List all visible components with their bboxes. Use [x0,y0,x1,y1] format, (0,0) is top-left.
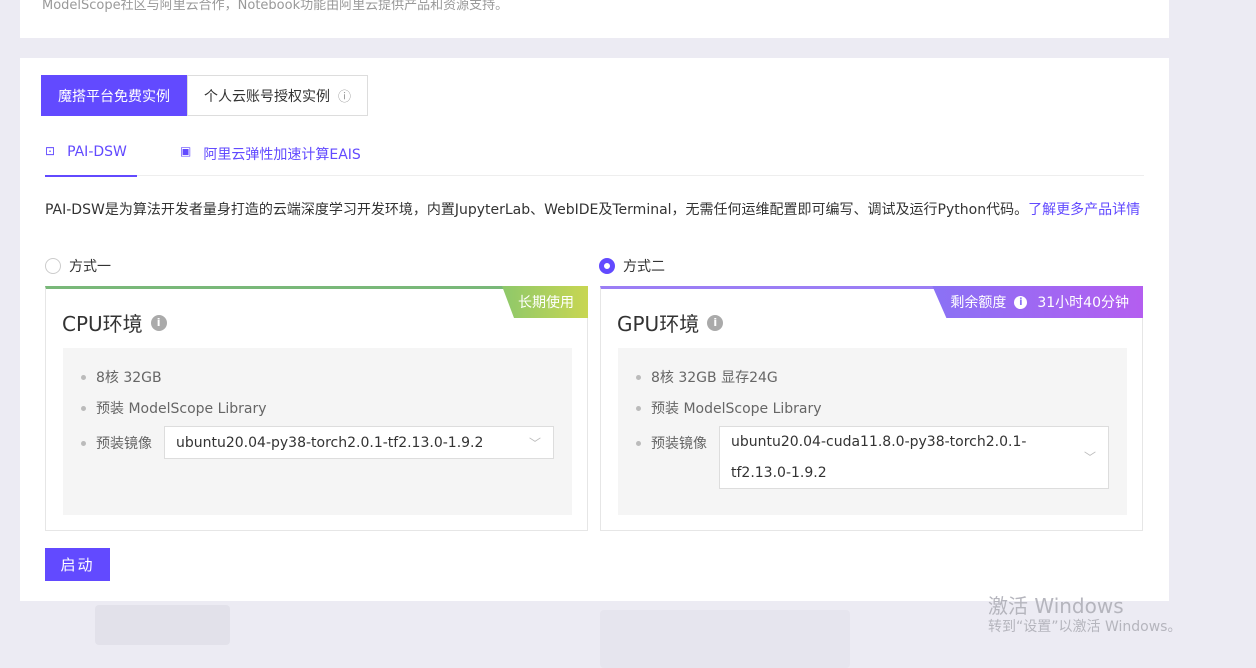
description-text: PAI-DSW是为算法开发者量身打造的云端深度学习开发环境，内置JupyterL… [45,202,1029,218]
info-circle-icon[interactable]: ⓘ [338,86,351,105]
gpu-image-select[interactable]: ubuntu20.04-cuda11.8.0-py38-torch2.0.1-t… [719,426,1109,489]
spec-text: 8核 32GB [96,370,162,386]
bullet-icon [636,405,641,411]
option2-label: 方式二 [623,259,665,275]
cpu-env-title: CPU环境 i [62,308,167,337]
activation-watermark-title: 激活 Windows [988,594,1124,618]
option2-radio-row[interactable]: 方式二 [599,256,665,276]
quota-time: 31小时40分钟 [1037,295,1129,311]
spec-item: 预装 ModelScope Library [636,398,822,418]
instance-panel: 魔搭平台免费实例 个人云账号授权实例 ⓘ ⊡ PAI-DSW ▣ 阿里云弹性加速… [20,58,1169,601]
info-icon[interactable]: i [707,314,724,331]
image-label: 预装镜像 [651,436,707,452]
intro-card: ModelScope社区与阿里云合作，Notebook功能由阿里云提供产品和资源… [20,0,1169,38]
product-tabs: ⊡ PAI-DSW ▣ 阿里云弹性加速计算EAIS [45,144,1144,177]
tab-eais[interactable]: ▣ 阿里云弹性加速计算EAIS [180,144,361,176]
gpu-env-title-text: GPU环境 [617,312,700,336]
background-shape [95,605,230,645]
chip-icon: ▣ [180,144,192,158]
spec-item: 预装镜像 [81,433,152,453]
personal-instance-button[interactable]: 个人云账号授权实例 ⓘ [187,75,369,116]
personal-instance-label: 个人云账号授权实例 [204,88,330,105]
activation-watermark-hint: 转到“设置”以激活 Windows。 [988,619,1182,635]
bullet-icon [81,405,86,411]
spec-item: 预装镜像 [636,433,707,453]
info-icon[interactable]: i [150,314,167,331]
gpu-env-title: GPU环境 i [617,308,724,337]
long-term-badge: 长期使用 [502,286,588,318]
info-icon[interactable]: i [1014,295,1028,309]
free-instance-button[interactable]: 魔搭平台免费实例 [41,75,187,116]
bullet-icon [81,440,86,446]
cpu-env-card[interactable]: 长期使用 CPU环境 i 8核 32GB 预装 ModelScope Libra… [45,286,588,531]
bullet-icon [636,440,641,446]
intro-note: ModelScope社区与阿里云合作，Notebook功能由阿里云提供产品和资源… [42,0,509,13]
chevron-down-icon: ﹀ [1083,450,1096,464]
gpu-image-value: ubuntu20.04-cuda11.8.0-py38-torch2.0.1-t… [731,433,1027,481]
cpu-image-value: ubuntu20.04-py38-torch2.0.1-tf2.13.0-1.9… [176,434,484,451]
spec-text: 预装 ModelScope Library [96,401,267,417]
gpu-env-card[interactable]: 剩余额度 i 31小时40分钟 GPU环境 i 8核 32GB 显存24G 预装… [600,286,1143,531]
cpu-image-select[interactable]: ubuntu20.04-py38-torch2.0.1-tf2.13.0-1.9… [164,426,554,459]
spec-text: 8核 32GB 显存24G [651,370,778,386]
instance-type-switch: 魔搭平台免费实例 个人云账号授权实例 ⓘ [41,75,369,116]
image-label: 预装镜像 [96,436,152,452]
background-shape [600,610,850,668]
option2-radio[interactable] [599,258,615,274]
chevron-down-icon: ﹀ [528,436,541,450]
spec-text: 预装 ModelScope Library [651,401,822,417]
tab-pai-dsw[interactable]: ⊡ PAI-DSW [45,144,137,177]
remaining-quota-badge: 剩余额度 i 31小时40分钟 [932,286,1143,318]
option1-radio-row[interactable]: 方式一 [45,256,111,276]
free-instance-label: 魔搭平台免费实例 [58,88,170,105]
option1-label: 方式一 [69,259,111,275]
product-description: PAI-DSW是为算法开发者量身打造的云端深度学习开发环境，内置JupyterL… [45,199,1144,221]
spec-item: 8核 32GB [81,367,162,387]
tab-pai-dsw-label: PAI-DSW [67,144,127,160]
bullet-icon [81,374,86,380]
spec-item: 8核 32GB 显存24G [636,367,778,387]
cpu-spec-box: 8核 32GB 预装 ModelScope Library 预装镜像 ubunt… [63,348,572,515]
quota-label: 剩余额度 [950,295,1007,311]
gpu-spec-box: 8核 32GB 显存24G 预装 ModelScope Library 预装镜像… [618,348,1127,515]
learn-more-link[interactable]: 了解更多产品详情 [1028,202,1140,218]
start-button[interactable]: 启动 [45,548,110,581]
cpu-env-title-text: CPU环境 [62,312,143,336]
dsw-icon: ⊡ [45,144,56,158]
bullet-icon [636,374,641,380]
tab-eais-label: 阿里云弹性加速计算EAIS [203,147,361,163]
spec-item: 预装 ModelScope Library [81,398,267,418]
option1-radio[interactable] [45,258,61,274]
